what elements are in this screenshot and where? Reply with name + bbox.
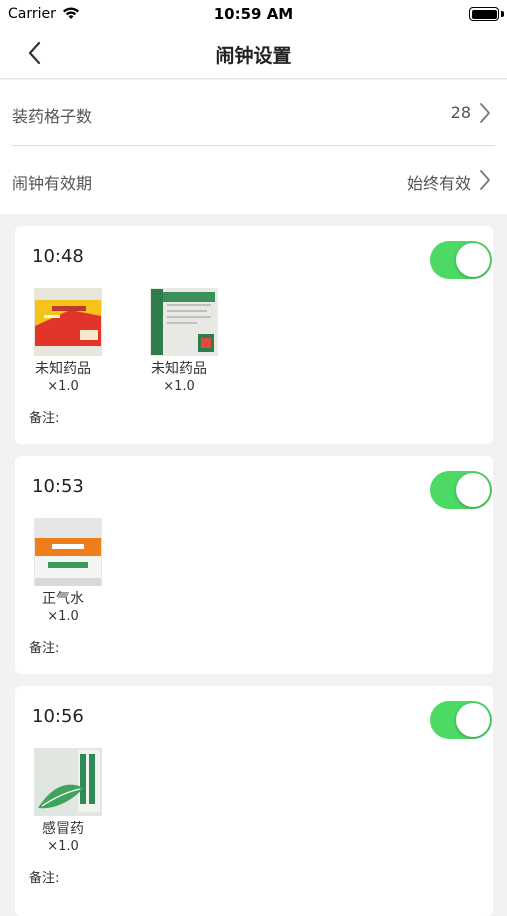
alarm-toggle[interactable] bbox=[430, 241, 492, 279]
medicine-item[interactable]: 感冒药 ×1.0 bbox=[15, 748, 111, 855]
alarm-toggle[interactable] bbox=[430, 471, 492, 509]
status-time: 10:59 AM bbox=[213, 5, 294, 23]
chevron-right-icon bbox=[480, 103, 490, 123]
page-title: 闹钟设置 bbox=[215, 45, 292, 67]
alarm-card: 10:48 未知药品 ×1.0 未知药品 ×1.0 备注: bbox=[15, 226, 493, 444]
medicine-name: 未知药品 bbox=[151, 361, 207, 377]
medicine-item[interactable]: 未知药品 ×1.0 bbox=[15, 288, 111, 395]
medicine-box-green-leaf-icon bbox=[34, 748, 102, 816]
navigation-bar: 闹钟设置 bbox=[0, 28, 507, 79]
alarm-card: 10:53 正气水 ×1.0 备注: bbox=[15, 456, 493, 674]
setting-label: 装药格子数 bbox=[12, 107, 93, 126]
alarm-time: 10:53 bbox=[32, 476, 84, 497]
medicine-box-orange-white-icon bbox=[34, 518, 102, 586]
status-bar: Carrier 10:59 AM bbox=[0, 0, 507, 28]
medicine-name: 未知药品 bbox=[35, 361, 91, 377]
setting-value: 始终有效 bbox=[406, 174, 471, 193]
battery-icon bbox=[469, 7, 499, 21]
note-label: 备注: bbox=[29, 641, 60, 656]
setting-value: 28 bbox=[450, 103, 471, 122]
setting-row-validity[interactable]: 闹钟有效期 始终有效 bbox=[12, 147, 495, 213]
medicine-quantity: ×1.0 bbox=[47, 839, 79, 854]
setting-row-slot-count[interactable]: 装药格子数 28 bbox=[12, 80, 495, 146]
medicine-name: 正气水 bbox=[42, 591, 84, 607]
medicine-box-green-white-icon bbox=[150, 288, 218, 356]
toggle-knob bbox=[456, 703, 490, 737]
toggle-knob bbox=[456, 243, 490, 277]
medicine-name: 感冒药 bbox=[42, 821, 84, 837]
setting-label: 闹钟有效期 bbox=[12, 174, 93, 193]
medicine-quantity: ×1.0 bbox=[163, 379, 195, 394]
alarm-card: 10:56 感冒药 ×1.0 备注: bbox=[15, 686, 493, 916]
battery-cap bbox=[501, 11, 504, 17]
alarm-time: 10:48 bbox=[32, 246, 84, 267]
medicine-quantity: ×1.0 bbox=[47, 379, 79, 394]
medicine-quantity: ×1.0 bbox=[47, 609, 79, 624]
chevron-right-icon bbox=[480, 170, 490, 190]
toggle-knob bbox=[456, 473, 490, 507]
medicine-box-yellow-red-icon bbox=[34, 288, 102, 356]
alarm-toggle[interactable] bbox=[430, 701, 492, 739]
note-label: 备注: bbox=[29, 411, 60, 426]
note-label: 备注: bbox=[29, 871, 60, 886]
settings-list: 装药格子数 28 闹钟有效期 始终有效 bbox=[0, 80, 507, 214]
alarm-time: 10:56 bbox=[32, 706, 84, 727]
medicine-item[interactable]: 正气水 ×1.0 bbox=[15, 518, 111, 625]
medicine-item[interactable]: 未知药品 ×1.0 bbox=[131, 288, 227, 395]
